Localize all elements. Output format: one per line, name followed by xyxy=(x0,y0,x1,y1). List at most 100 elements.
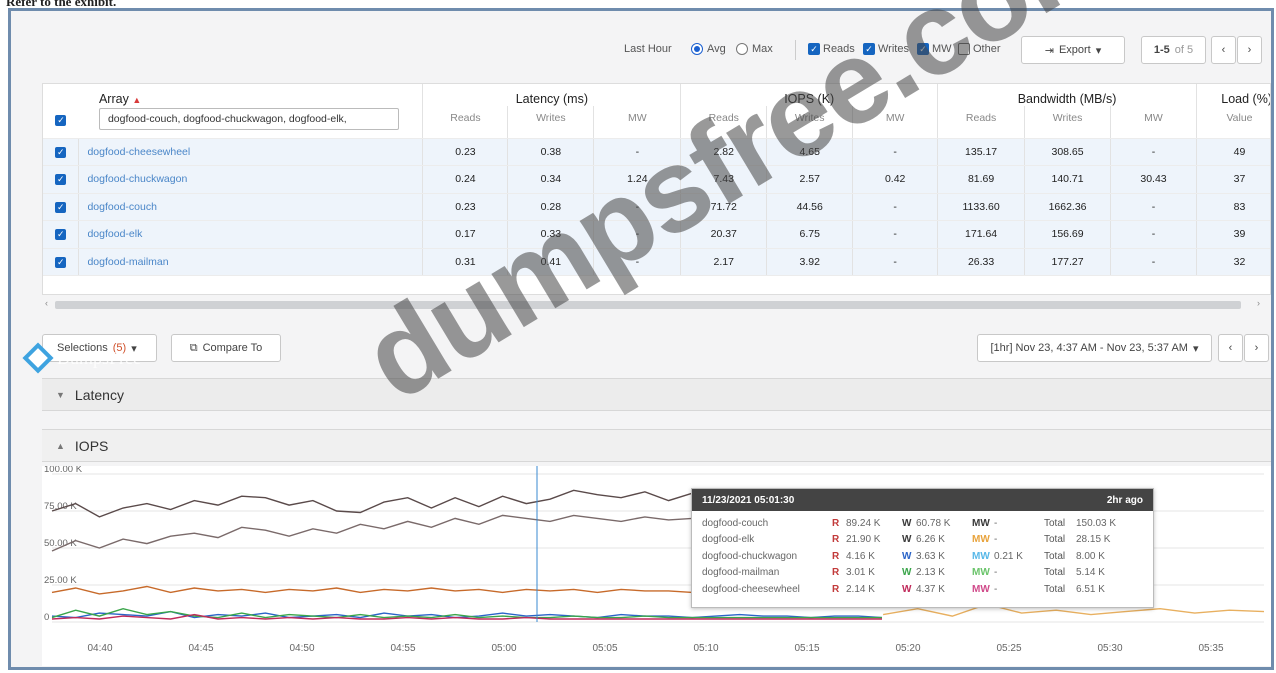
row-checkbox[interactable]: ✓ xyxy=(55,256,67,268)
tooltip-array-name: dogfood-mailman xyxy=(702,567,780,579)
tooltip-r-label: R xyxy=(832,534,840,546)
tooltip-row: dogfood-cheesewheel R 2.14 K W 4.37 K MW - Tota… xyxy=(702,581,1143,598)
latency-mw-header[interactable]: MW xyxy=(593,106,682,139)
tooltip-row: dogfood-mailman R 3.01 K W 2.13 K MW - Total 5.1… xyxy=(702,565,1143,582)
tooltip-array-name: dogfood-chuckwagon xyxy=(702,550,798,562)
tooltip-total-label: Total xyxy=(1044,550,1066,562)
collapse-arrow-icon: ▼ xyxy=(56,389,65,400)
tooltip-header: 11/23/2021 05:01:30 2hr ago xyxy=(692,489,1153,511)
row-checkbox[interactable]: ✓ xyxy=(55,201,67,213)
chevron-left-icon: ‹ xyxy=(1228,342,1233,354)
cell: - xyxy=(852,248,939,276)
export-icon: ⇥ xyxy=(1044,44,1054,57)
cell: 0.23 xyxy=(422,138,509,166)
cell: 44.56 xyxy=(766,193,854,221)
y-tick-label: 25.00 K xyxy=(44,575,77,586)
x-tick-label: 05:30 xyxy=(1097,643,1122,654)
x-tick-label: 04:55 xyxy=(390,643,415,654)
x-tick-label: 04:45 xyxy=(188,643,213,654)
y-tick-label: 0 xyxy=(44,612,49,623)
row-checkbox[interactable]: ✓ xyxy=(55,229,67,241)
cell: - xyxy=(593,193,682,221)
cell: 135.17 xyxy=(937,138,1026,166)
scroll-right-icon[interactable]: › xyxy=(1257,298,1260,308)
cell: 2.57 xyxy=(766,165,854,194)
table-row[interactable]: ✓ dogfood-cheesewheel 0.23 0.38 - 2.82 4… xyxy=(43,138,1270,166)
latency-writes-header[interactable]: Writes xyxy=(507,106,595,139)
avg-radio[interactable] xyxy=(691,43,703,55)
sort-asc-icon: ▲ xyxy=(132,95,142,105)
cell: 20.37 xyxy=(680,220,768,249)
time-range-dropdown[interactable]: [1hr] Nov 23, 4:37 AM - Nov 23, 5:37 AM … xyxy=(977,334,1212,362)
cell: 0.31 xyxy=(422,248,509,276)
latency-reads-header[interactable]: Reads xyxy=(422,106,509,139)
cell: 2.82 xyxy=(680,138,768,166)
array-table: Array ▲ Latency (ms) IOPS (K) Bandwidth … xyxy=(42,83,1271,295)
table-row[interactable]: ✓ dogfood-chuckwagon 0.24 0.34 1.24 7.43… xyxy=(43,165,1270,194)
tooltip-w-value: 6.26 K xyxy=(916,534,945,546)
tooltip-total-label: Total xyxy=(1044,567,1066,579)
mw-checkbox[interactable]: ✓ xyxy=(917,43,929,55)
array-name-link[interactable]: dogfood-chuckwagon xyxy=(78,165,424,194)
select-all-checkbox[interactable]: ✓ xyxy=(55,115,67,126)
range-prev-button[interactable]: ‹ xyxy=(1218,334,1243,362)
array-name-link[interactable]: dogfood-elk xyxy=(78,220,424,249)
load-value-header[interactable]: Value xyxy=(1196,106,1270,139)
bandwidth-mw-header[interactable]: MW xyxy=(1110,106,1197,139)
tooltip-mw-label: MW xyxy=(972,550,990,562)
bandwidth-reads-header[interactable]: Reads xyxy=(937,106,1026,139)
cell: 0.33 xyxy=(507,220,595,249)
tooltip-time: 11/23/2021 05:01:30 xyxy=(702,494,795,506)
other-checkbox[interactable] xyxy=(958,43,970,55)
compare-to-button[interactable]: ⧉ Compare To xyxy=(171,334,281,362)
toolbar: Last Hour Avg Max ✓ Reads ✓ Writes ✓ MW … xyxy=(11,11,1271,81)
array-name-link[interactable]: dogfood-couch xyxy=(78,193,424,221)
bandwidth-writes-header[interactable]: Writes xyxy=(1024,106,1112,139)
array-name-link[interactable]: dogfood-cheesewheel xyxy=(78,138,424,166)
table-row[interactable]: ✓ dogfood-couch 0.23 0.28 - 71.72 44.56 … xyxy=(43,193,1270,221)
max-radio[interactable] xyxy=(736,43,748,55)
export-button[interactable]: ⇥ Export ▾ xyxy=(1021,36,1125,64)
cell: 2.17 xyxy=(680,248,768,276)
cell: 0.24 xyxy=(422,165,509,194)
writes-checkbox[interactable]: ✓ xyxy=(863,43,875,55)
toolbar-divider xyxy=(795,40,796,60)
row-checkbox[interactable]: ✓ xyxy=(55,174,67,186)
avg-label: Avg xyxy=(707,43,726,55)
reads-checkbox[interactable]: ✓ xyxy=(808,43,820,55)
reads-label: Reads xyxy=(823,43,855,55)
tooltip-r-value: 3.01 K xyxy=(846,567,875,579)
tooltip-rows: dogfood-couch R 89.24 K W 60.78 K MW - Total 150… xyxy=(692,511,1153,602)
tooltip-total-value: 8.00 K xyxy=(1076,550,1105,562)
iops-mw-header[interactable]: MW xyxy=(852,106,939,139)
cell: - xyxy=(852,193,939,221)
horizontal-scrollbar[interactable] xyxy=(55,301,1241,309)
latency-section-header[interactable]: ▼ Latency xyxy=(42,378,1271,411)
next-page-button[interactable]: › xyxy=(1237,36,1262,64)
range-next-button[interactable]: › xyxy=(1244,334,1269,362)
expand-arrow-icon: ▲ xyxy=(56,440,65,451)
time-range-value: [1hr] Nov 23, 4:37 AM - Nov 23, 5:37 AM xyxy=(990,342,1188,354)
time-range-label: Last Hour xyxy=(624,43,672,55)
array-column-header[interactable]: Array ▲ xyxy=(78,84,424,106)
iops-reads-header[interactable]: Reads xyxy=(680,106,768,139)
compare-icon: ⧉ xyxy=(189,341,198,354)
table-row[interactable]: ✓ dogfood-mailman 0.31 0.41 - 2.17 3.92 … xyxy=(43,248,1270,276)
iops-writes-header[interactable]: Writes xyxy=(766,106,854,139)
cell: 0.42 xyxy=(852,165,939,194)
table-row[interactable]: ✓ dogfood-elk 0.17 0.33 - 20.37 6.75 - 1… xyxy=(43,220,1270,249)
array-filter-input[interactable]: dogfood-couch, dogfood-chuckwagon, dogfo… xyxy=(98,108,399,130)
x-tick-label: 05:25 xyxy=(996,643,1021,654)
export-label: Export xyxy=(1058,44,1091,56)
tooltip-row: dogfood-couch R 89.24 K W 60.78 K MW - Total 150… xyxy=(702,515,1143,532)
tooltip-mw-value: - xyxy=(994,583,998,595)
row-checkbox[interactable]: ✓ xyxy=(55,146,67,158)
logo-text: DumpsFree xyxy=(57,347,141,368)
tooltip-mw-label: MW xyxy=(972,517,990,529)
prev-page-button[interactable]: ‹ xyxy=(1211,36,1236,64)
scroll-left-icon[interactable]: ‹ xyxy=(45,298,48,308)
tooltip-w-value: 3.63 K xyxy=(916,550,945,562)
array-name-link[interactable]: dogfood-mailman xyxy=(78,248,424,276)
x-tick-label: 05:05 xyxy=(592,643,617,654)
iops-section-header[interactable]: ▲ IOPS xyxy=(42,429,1271,462)
